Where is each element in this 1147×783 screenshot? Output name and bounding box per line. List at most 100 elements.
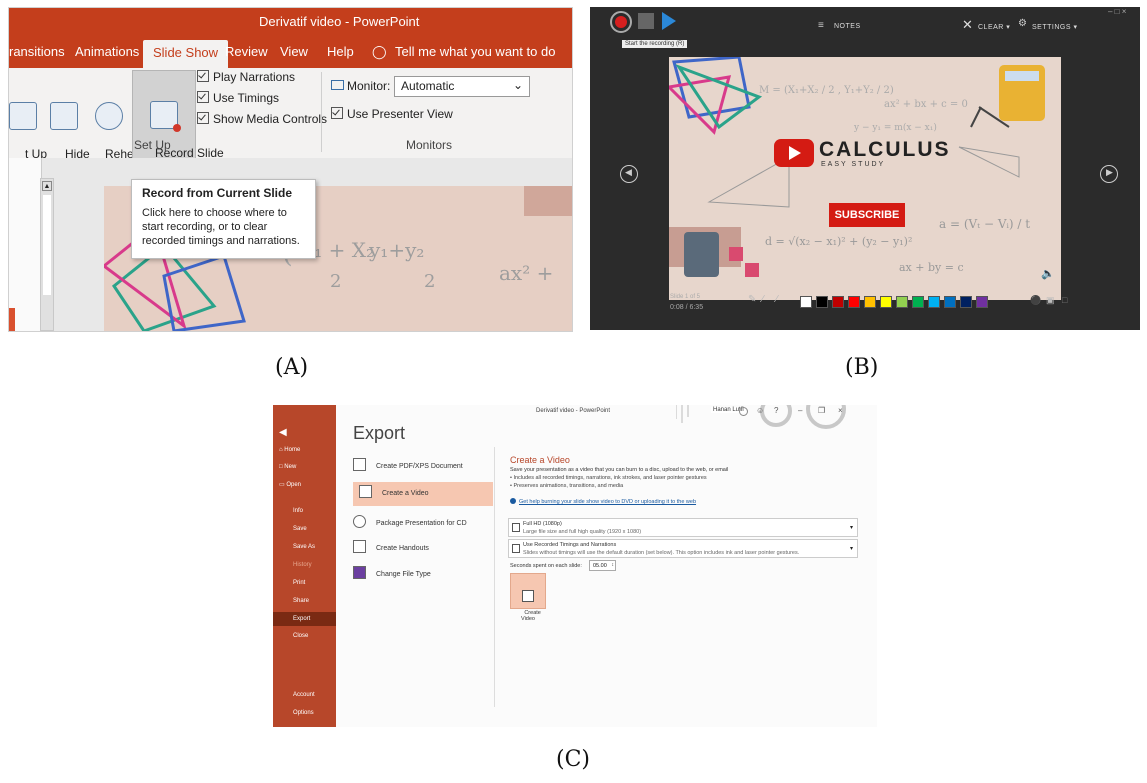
math-quadratic: ax² + bx + c = 0 [884,99,968,110]
ribbon-tabs: ransitions Animations Slide Show Review … [9,36,572,69]
bullet-1: • Includes all recorded timings, narrati… [510,475,707,481]
nav-history[interactable]: History [293,562,312,568]
use-timings-checkbox[interactable]: Use Timings [197,91,279,105]
chevron-down-icon: ▾ [849,525,853,531]
back-arrow-icon[interactable]: ◀ [279,427,287,438]
microphone-icon[interactable]: ⚫ [1030,295,1041,306]
create-video-label: Create Video [521,610,541,622]
nav-info[interactable]: Info [293,508,303,514]
tooltip-body: Click here to choose where to start reco… [142,207,300,247]
ink-color-swatch[interactable] [880,296,892,308]
avatar[interactable] [739,407,748,416]
close-icon[interactable]: × [838,406,843,415]
nav-close[interactable]: Close [293,633,308,639]
smiley-icon[interactable]: ☺ [756,406,764,415]
camera-preview-icon[interactable]: □ [1062,295,1067,305]
monitor-select[interactable]: Automatic ⌄ [394,76,530,97]
nav-open[interactable]: ▭ Open [279,481,301,488]
timings-title: Use Recorded Timings and Narrations [523,542,617,548]
tab-animations[interactable]: Animations [75,44,139,59]
eraser-icon[interactable]: ✎ [748,294,756,305]
stop-icon[interactable] [638,13,654,29]
nav-home[interactable]: ⌂ Home [279,447,300,453]
nav-options[interactable]: Options [293,710,314,716]
seconds-spinner[interactable]: 05.00 ↕ [589,560,616,571]
record-icon [150,101,181,132]
option-create-video-label: Create a Video [382,490,429,497]
tab-slide-show[interactable]: Slide Show [143,40,229,69]
settings-button[interactable]: SETTINGS ▾ [1032,23,1077,31]
video-quality-dropdown[interactable]: Full HD (1080p) Large file size and full… [508,518,858,537]
help-icon[interactable]: ? [774,406,778,415]
monitor-value: Automatic [401,79,455,93]
bullet-1-text: Includes all recorded timings, narration… [513,475,707,481]
ink-color-swatch[interactable] [928,296,940,308]
prev-slide-button[interactable]: ◀ [620,165,638,183]
ink-color-swatch[interactable] [896,296,908,308]
ink-color-swatch[interactable] [848,296,860,308]
nav-print[interactable]: Print [293,580,305,586]
ink-color-swatch[interactable] [960,296,972,308]
camera-icon[interactable]: ▣ [1046,295,1055,306]
math-fraction-2-denominator: 2 [424,271,436,292]
slide-counter: Slide 1 of 5 [670,294,701,300]
recording-time: 0:08 / 6:35 [670,304,704,311]
option-create-video[interactable]: Create a Video [353,482,493,506]
help-link[interactable]: Get help burning your slide show video t… [510,498,696,505]
notes-button[interactable]: NOTES [834,23,861,30]
chevron-right-icon: ▶ [1106,167,1113,177]
monitor-icon [512,523,520,532]
nav-share[interactable]: Share [293,598,309,604]
monitors-group-label: Monitors [406,138,453,152]
vertical-scrollbar[interactable]: ▲ [40,178,54,331]
create-video-icon [522,590,534,602]
clear-button[interactable]: CLEAR ▾ [978,23,1010,31]
nav-export[interactable]: Export [273,612,336,626]
highlighter-icon[interactable]: ∕ [776,294,778,305]
ink-color-swatch[interactable] [944,296,956,308]
tab-review[interactable]: Review [225,44,268,59]
scroll-up-icon[interactable]: ▲ [42,181,52,191]
option-package-cd[interactable]: Package Presentation for CD [353,515,467,535]
chevron-down-icon: ▾ [849,546,853,552]
record-button[interactable] [610,11,632,33]
restore-icon[interactable]: ❐ [818,406,825,415]
option-create-pdf[interactable]: Create PDF/XPS Document [353,458,463,478]
nav-new[interactable]: □ New [279,464,296,470]
ink-color-swatch[interactable] [816,296,828,308]
ink-color-swatch[interactable] [864,296,876,308]
nav-save-as[interactable]: Save As [293,544,315,550]
show-media-controls-checkbox[interactable]: Show Media Controls [197,112,327,126]
thumbnail-pane[interactable] [9,158,42,331]
checkbox-icon [197,112,209,124]
tab-help[interactable]: Help [327,44,354,59]
option-package-cd-label: Package Presentation for CD [376,520,467,527]
tab-view[interactable]: View [280,44,308,59]
bullet-2: • Preserves animations, transitions, and… [510,483,624,489]
create-video-button[interactable]: Create Video [510,573,546,622]
tab-transitions[interactable]: ransitions [9,44,65,59]
checkbox-icon [331,107,343,119]
ink-color-swatch[interactable] [832,296,844,308]
scroll-thumb[interactable] [43,195,51,295]
play-narrations-checkbox[interactable]: Play Narrations [197,70,295,84]
pen-icon[interactable]: ∕ [762,294,764,305]
use-timings-label: Use Timings [213,91,280,105]
ink-color-swatch[interactable] [912,296,924,308]
ink-color-swatch[interactable] [976,296,988,308]
next-slide-button[interactable]: ▶ [1100,165,1118,183]
presenter-view-checkbox[interactable]: Use Presenter View [331,107,453,121]
option-create-handouts-label: Create Handouts [376,545,429,552]
nav-account[interactable]: Account [293,692,315,698]
quality-title: Full HD (1080p) [523,521,562,527]
ink-color-swatch[interactable] [800,296,812,308]
option-change-file-type[interactable]: Change File Type [353,566,431,586]
monitor-label: Monitor: [331,79,390,93]
tell-me-search[interactable]: Tell me what you want to do [395,44,555,59]
option-create-handouts[interactable]: Create Handouts [353,540,429,560]
play-icon[interactable] [662,12,676,30]
minimize-icon[interactable]: – [798,406,802,415]
timings-dropdown[interactable]: Use Recorded Timings and Narrations Slid… [508,539,858,558]
nav-save[interactable]: Save [293,526,307,532]
window-controls[interactable]: – □ × [1108,7,1126,16]
